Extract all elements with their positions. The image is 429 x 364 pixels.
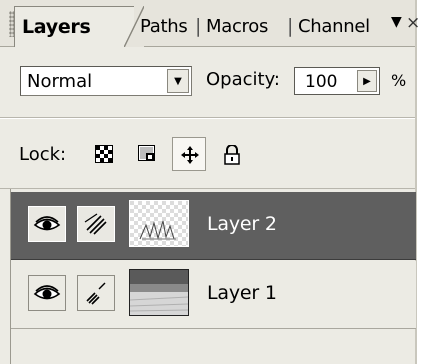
checker-icon xyxy=(95,145,113,163)
layer-link-toggle[interactable] xyxy=(77,275,115,311)
landscape-thumbnail-icon xyxy=(130,270,188,315)
lock-label: Lock: xyxy=(19,144,67,165)
layer-name[interactable]: Layer 1 xyxy=(207,282,277,304)
layer-name[interactable]: Layer 2 xyxy=(207,213,277,235)
layer-thumbnail[interactable] xyxy=(129,269,189,316)
layers-list: Layer 2 Layer 1 xyxy=(10,189,416,364)
blend-mode-value: Normal xyxy=(27,71,93,92)
move-arrows-icon xyxy=(181,146,199,164)
tab-separator: | xyxy=(195,15,202,37)
tab-layers[interactable]: Layers xyxy=(22,16,91,38)
eye-icon xyxy=(33,216,61,231)
lock-transparency-button[interactable] xyxy=(87,137,121,171)
close-icon[interactable]: × xyxy=(406,13,420,33)
sketch-thumbnail-icon xyxy=(130,201,188,246)
opacity-value[interactable]: 100 xyxy=(305,72,337,92)
opacity-unit: % xyxy=(391,71,407,90)
opacity-input[interactable]: 100 ▶ xyxy=(294,67,380,95)
image-lock-icon xyxy=(138,145,155,161)
layer-thumbnail[interactable] xyxy=(129,200,189,247)
layer-visibility-toggle[interactable] xyxy=(28,206,66,242)
eye-icon xyxy=(33,285,61,300)
opacity-slider-arrow-icon[interactable]: ▶ xyxy=(357,70,377,92)
opacity-label: Opacity: xyxy=(206,69,280,90)
tab-separator: | xyxy=(287,15,294,37)
lock-position-button[interactable] xyxy=(172,137,206,171)
brush-icon xyxy=(86,282,106,305)
divider xyxy=(0,117,415,119)
chevron-down-icon[interactable]: ▼ xyxy=(167,69,189,93)
padlock-icon xyxy=(224,145,240,165)
layer-link-toggle[interactable] xyxy=(77,206,115,242)
blend-mode-select[interactable]: Normal ▼ xyxy=(20,66,192,96)
layer-row[interactable]: Layer 2 xyxy=(11,192,416,260)
layers-panel: Layers Paths | Macros | Channel ▼ × Norm… xyxy=(0,0,420,364)
tab-channel[interactable]: Channel xyxy=(298,16,370,37)
tab-macros[interactable]: Macros xyxy=(206,16,268,37)
layer-visibility-toggle[interactable] xyxy=(28,275,66,311)
tab-paths[interactable]: Paths xyxy=(140,16,188,37)
lock-image-button[interactable] xyxy=(130,137,164,171)
brush-strokes-icon xyxy=(84,213,107,235)
layer-row[interactable]: Layer 1 xyxy=(11,261,416,329)
panel-menu-icon[interactable]: ▼ xyxy=(391,14,402,30)
lock-all-button[interactable] xyxy=(215,137,249,171)
tab-bar: Layers Paths | Macros | Channel ▼ × xyxy=(0,0,420,47)
